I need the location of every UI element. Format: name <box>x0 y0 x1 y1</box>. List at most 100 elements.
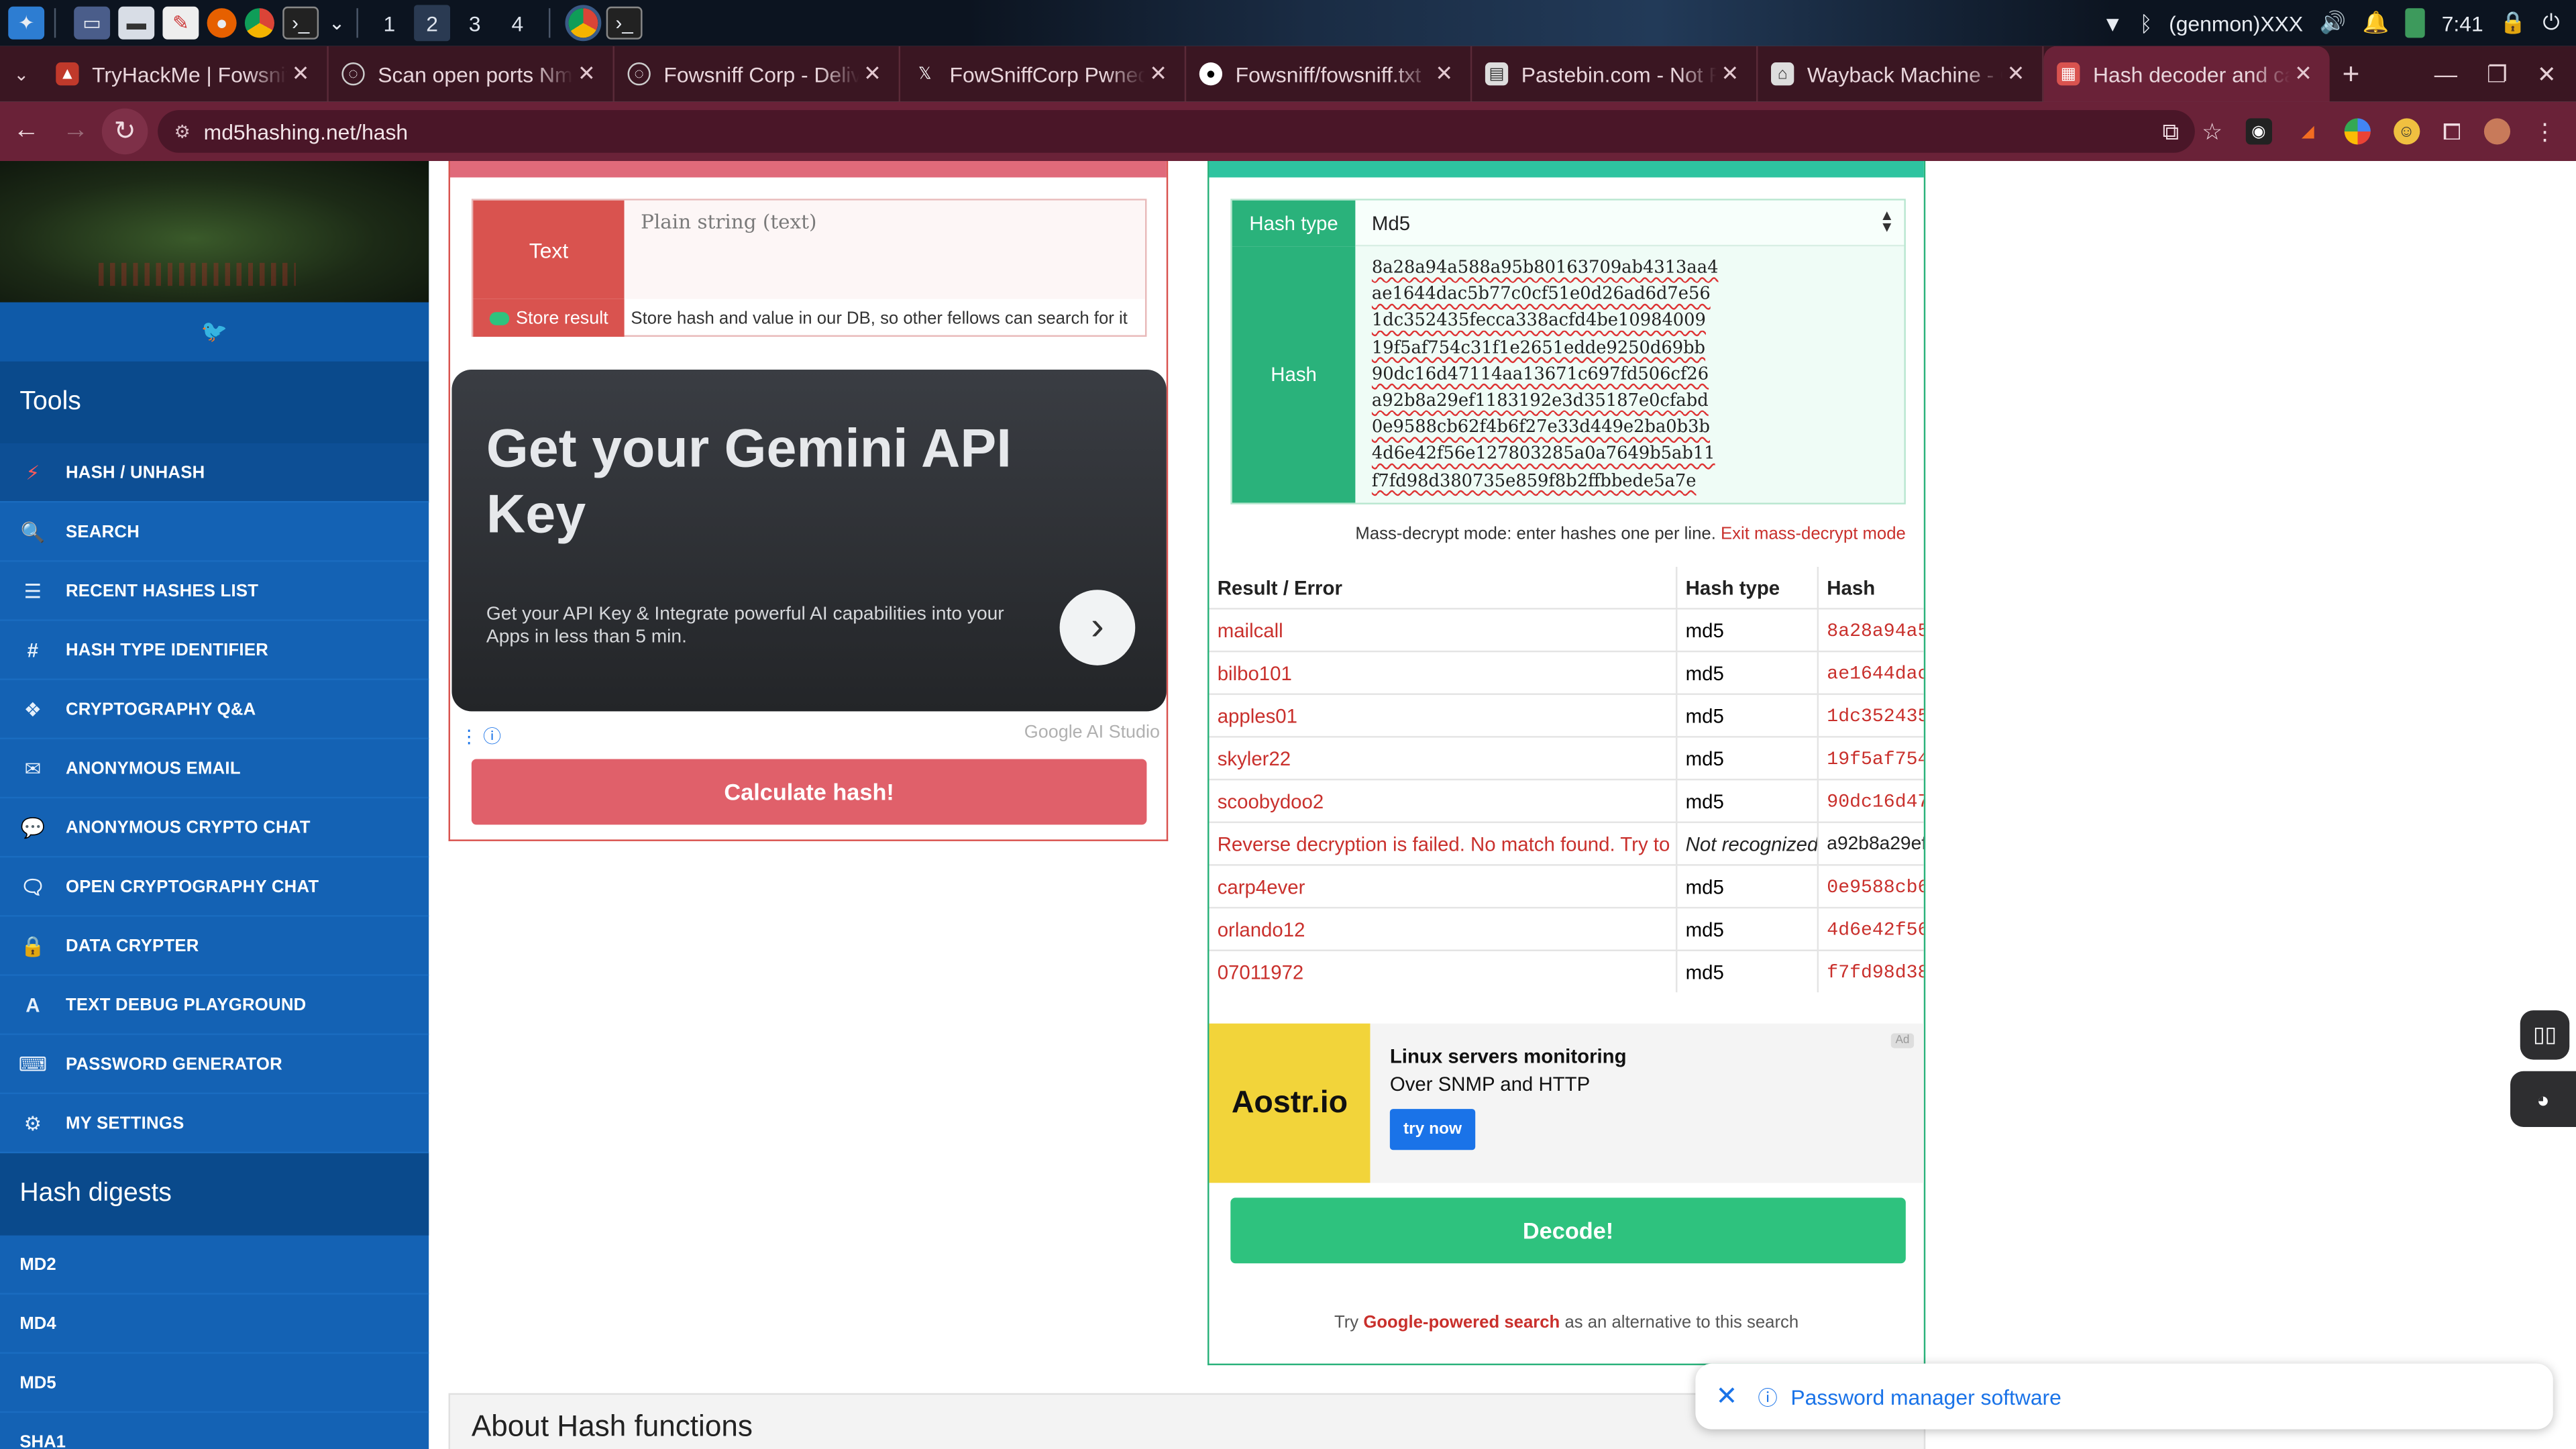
result-plaintext[interactable]: apples01 <box>1209 694 1678 738</box>
result-plaintext[interactable]: scoobydoo2 <box>1209 780 1678 823</box>
more-menu-icon[interactable]: ⋮ <box>2533 117 2556 146</box>
sidebar-item-anonymous-email[interactable]: ✉ ANONYMOUS EMAIL <box>0 739 429 799</box>
calculate-hash-button[interactable]: Calculate hash! <box>471 759 1147 825</box>
minimize-icon[interactable]: — <box>2434 61 2457 87</box>
result-hash[interactable]: ae1644dac5b77c0cf51e0d26ad6d7e56 <box>1819 652 1923 695</box>
assistant-icon[interactable]: ◕ <box>2510 1071 2576 1128</box>
sidebar-item-hash-type-identifier[interactable]: # HASH TYPE IDENTIFIER <box>0 621 429 680</box>
result-plaintext[interactable]: 07011972 <box>1209 951 1678 993</box>
sidebar-digest-sha1[interactable]: SHA1 <box>0 1413 429 1449</box>
sidebar-digest-md2[interactable]: MD2 <box>0 1236 429 1295</box>
sidebar-digest-md4[interactable]: MD4 <box>0 1295 429 1354</box>
back-icon[interactable]: ← <box>3 109 50 155</box>
desktop-icon[interactable]: ▭ <box>74 6 111 40</box>
sidebar-item-recent-hashes[interactable]: ☰ RECENT HASHES LIST <box>0 562 429 621</box>
tab-5[interactable]: ▤Pastebin.com - Not Found✕ <box>1472 46 1758 102</box>
tab-0[interactable]: ▲ TryHackMe | Fowsniff ✕ <box>43 46 329 102</box>
tab-2[interactable]: ◌Fowsniff Corp - Delivering✕ <box>614 46 901 102</box>
tab-search-icon[interactable]: ⌄ <box>0 46 43 102</box>
suggestion-text[interactable]: Password manager software <box>1790 1384 2061 1409</box>
sidebar-item-open-cryptography-chat[interactable]: 🗨 OPEN CRYPTOGRAPHY CHAT <box>0 857 429 917</box>
address-bar[interactable]: ⚙ md5hashing.net/hash <box>158 110 2195 153</box>
power-icon[interactable]: ⏻ <box>2542 10 2559 36</box>
tab-6[interactable]: ⌂Wayback Machine - Cached✕ <box>1758 46 2044 102</box>
try-now-button[interactable]: try now <box>1389 1109 1476 1150</box>
terminal-window-icon[interactable]: ›_ <box>606 6 643 40</box>
google-search-link[interactable]: Google-powered search <box>1363 1313 1560 1332</box>
volume-icon[interactable]: 🔊 <box>2320 10 2347 36</box>
chevron-down-icon[interactable]: ⌄ <box>327 7 346 40</box>
notification-bell-icon[interactable]: 🔔 <box>2363 10 2390 36</box>
tab-1[interactable]: ◌Scan open ports Nmap✕ <box>329 46 614 102</box>
workspace-4[interactable]: 4 <box>499 5 535 41</box>
aostr-ad[interactable]: Aostr.io Linux servers monitoring Over S… <box>1209 1023 1924 1183</box>
terminal-icon[interactable]: ›_ <box>282 6 319 40</box>
forward-icon[interactable]: → <box>52 109 99 155</box>
extension-2-icon[interactable]: ◢ <box>2295 118 2321 144</box>
chrome-icon[interactable] <box>244 8 274 38</box>
reload-icon[interactable]: ↻ <box>101 108 148 155</box>
sidebar-item-anonymous-crypto-chat[interactable]: 💬 ANONYMOUS CRYPTO CHAT <box>0 798 429 858</box>
extension-4-icon[interactable]: ☺ <box>2393 118 2420 145</box>
close-tab-icon[interactable]: ✕ <box>1145 61 1171 87</box>
result-hash[interactable]: 4d6e42f56e127803285a0a7649b5ab11 <box>1819 908 1923 951</box>
result-hash[interactable]: 1dc352435fecca338acfd4be10984009 <box>1819 695 1923 738</box>
result-hash[interactable]: 0e9588cb62f4b6f27e33d449e2ba0b3b <box>1819 866 1923 909</box>
close-tab-icon[interactable]: ✕ <box>288 61 314 87</box>
close-tab-icon[interactable]: ✕ <box>1717 61 1743 87</box>
sidebar-digest-md5[interactable]: MD5 <box>0 1354 429 1413</box>
close-icon[interactable]: ✕ <box>1695 1380 1758 1413</box>
firefox-icon[interactable]: ● <box>207 8 237 38</box>
close-tab-icon[interactable]: ✕ <box>1431 61 1457 87</box>
bluetooth-icon[interactable]: ᛒ <box>2139 11 2152 36</box>
result-plaintext[interactable]: mailcall <box>1209 609 1678 653</box>
chrome-window-icon[interactable] <box>565 5 602 42</box>
close-tab-icon[interactable]: ✕ <box>2002 61 2029 87</box>
bookmark-star-icon[interactable]: ☆ <box>2202 117 2222 146</box>
result-hash[interactable]: 19f5af754c31f1e2651edde9250d69bb <box>1819 738 1923 781</box>
site-settings-icon[interactable]: ⚙ <box>174 121 204 142</box>
password-manager-suggestion[interactable]: ✕ ⓘ Password manager software <box>1695 1363 2553 1430</box>
close-tab-icon[interactable]: ✕ <box>574 61 600 87</box>
sidebar-item-search[interactable]: 🔍 SEARCH <box>0 502 429 562</box>
sidebar-item-my-settings[interactable]: ⚙ MY SETTINGS <box>0 1094 429 1154</box>
result-plaintext[interactable]: skyler22 <box>1209 737 1678 781</box>
new-tab-button[interactable]: + <box>2330 56 2373 91</box>
genmon-label[interactable]: (genmon)XXX <box>2169 11 2303 36</box>
ad-info-icon[interactable]: ⋮ ⓘ <box>460 723 501 749</box>
sidebar-item-data-crypter[interactable]: 🔒 DATA CRYPTER <box>0 917 429 976</box>
decode-button[interactable]: Decode! <box>1230 1197 1906 1264</box>
chevron-right-icon[interactable]: › <box>1059 590 1136 665</box>
reading-mode-icon[interactable]: ▯▯ <box>2520 1010 2570 1060</box>
hash-type-select[interactable]: Md5 ▲ ▼ <box>1355 200 1904 247</box>
battery-icon[interactable] <box>2405 8 2426 38</box>
extension-3-icon[interactable] <box>2344 118 2371 145</box>
gemini-ad-card[interactable]: Get your Gemini API Key Get your API Key… <box>451 370 1167 712</box>
app-menu-icon[interactable]: ✦ <box>8 6 45 40</box>
result-hash[interactable]: 8a28a94a588a95b80163709ab4313aa4 <box>1819 610 1923 653</box>
plain-text-input[interactable]: Plain string (text) <box>624 200 1145 299</box>
workspace-2[interactable]: 2 <box>414 5 451 42</box>
store-result-toggle[interactable]: Store result <box>473 299 625 337</box>
twitter-icon[interactable]: 🐦 <box>0 302 429 362</box>
result-hash[interactable]: f7fd98d380735e859f8b2ffbbede5a7e <box>1819 951 1923 992</box>
text-editor-icon[interactable]: ✎ <box>162 6 199 40</box>
close-window-icon[interactable]: ✕ <box>2537 60 2557 88</box>
close-tab-icon[interactable]: ✕ <box>2290 61 2316 87</box>
hash-textarea[interactable]: 8a28a94a588a95b80163709ab4313aa4 ae1644da… <box>1355 246 1904 503</box>
extension-1-icon[interactable]: ◉ <box>2245 118 2272 145</box>
tab-3[interactable]: 𝕏 FowSniffCorp Pwned ✕ <box>900 46 1187 102</box>
result-plaintext[interactable]: orlando12 <box>1209 908 1678 951</box>
sidebar-item-text-debug-playground[interactable]: A TEXT DEBUG PLAYGROUND <box>0 976 429 1035</box>
tab-4[interactable]: ● Fowsniff/fowsniff.txt ✕ <box>1186 46 1472 102</box>
clock[interactable]: 7:41 <box>2442 11 2483 36</box>
tab-7-active[interactable]: ▦Hash decoder and calculator✕ <box>2043 46 2330 102</box>
extensions-puzzle-icon[interactable]: ⧠ <box>2443 117 2461 146</box>
workspace-3[interactable]: 3 <box>457 5 493 41</box>
file-manager-icon[interactable]: ▬ <box>118 6 155 40</box>
result-hash[interactable]: a92b8a29ef1183192e3d35187e0cfabd <box>1819 823 1923 866</box>
result-hash[interactable]: 90dc16d47114aa13671c697fd506cf26 <box>1819 780 1923 823</box>
lock-icon[interactable]: 🔒 <box>2500 10 2526 36</box>
profile-avatar[interactable] <box>2483 118 2511 145</box>
sidebar-item-cryptography-qa[interactable]: ❖ CRYPTOGRAPHY Q&A <box>0 680 429 740</box>
